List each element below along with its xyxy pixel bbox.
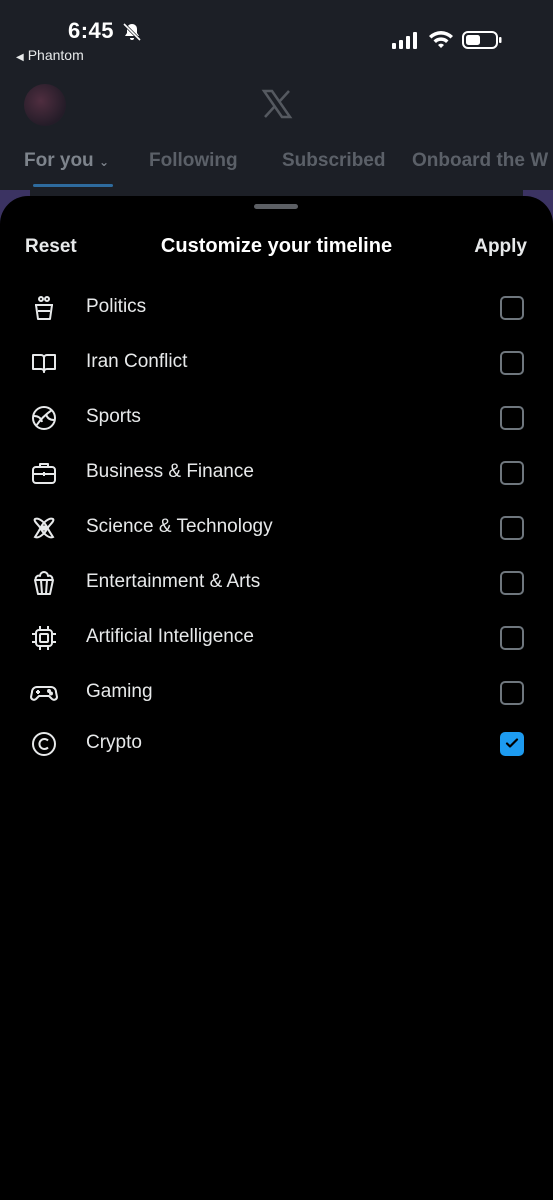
topic-checkbox[interactable] (500, 351, 524, 375)
checkmark-icon (505, 738, 519, 748)
topic-row-gaming[interactable]: Gaming (0, 665, 553, 721)
topic-checkbox[interactable] (500, 406, 524, 430)
status-time: 6:45 (68, 18, 115, 43)
topic-checkbox[interactable] (500, 461, 524, 485)
topic-row-science-technology[interactable]: Science & Technology (0, 500, 553, 556)
timeline-tabs: For you ⌄ Following Subscribed Onboard t… (0, 140, 553, 190)
tab-onboard[interactable]: Onboard the W (412, 150, 548, 172)
sheet-drag-handle[interactable] (254, 204, 298, 209)
ball-icon (30, 404, 58, 432)
topic-checkbox[interactable] (500, 516, 524, 540)
bell-slash-icon (122, 22, 142, 42)
avatar[interactable] (24, 84, 66, 126)
topic-row-sports[interactable]: Sports (0, 390, 553, 446)
topic-checkbox[interactable] (500, 626, 524, 650)
x-logo-icon (261, 88, 293, 120)
back-app-label: Phantom (27, 47, 84, 63)
topic-label: Business & Finance (86, 461, 254, 482)
topic-label: Sports (86, 406, 141, 427)
battery-icon (462, 30, 502, 50)
topic-row-business-finance[interactable]: Business & Finance (0, 445, 553, 501)
podium-icon (30, 294, 58, 322)
popcorn-icon (30, 569, 58, 597)
topic-label: Entertainment & Arts (86, 571, 261, 592)
status-bar: 6:45 ◀ Phantom (0, 0, 553, 70)
chevron-down-icon: ⌄ (98, 155, 110, 169)
customize-timeline-sheet: Reset Customize your timeline Apply Poli… (0, 196, 553, 1200)
topic-label: Crypto (86, 732, 142, 753)
tab-label: For you (24, 150, 94, 171)
cellular-signal-icon (391, 30, 419, 50)
topic-row-iran-conflict[interactable]: Iran Conflict (0, 335, 553, 391)
topic-checkbox[interactable] (500, 571, 524, 595)
atom-icon (30, 514, 58, 542)
tab-subscribed[interactable]: Subscribed (282, 150, 385, 172)
back-to-app-link[interactable]: ◀ Phantom (16, 47, 84, 63)
topic-checkbox-checked[interactable] (500, 732, 524, 756)
topic-label: Iran Conflict (86, 351, 188, 372)
topic-label: Gaming (86, 681, 153, 702)
briefcase-icon (30, 459, 58, 487)
topic-row-politics[interactable]: Politics (0, 280, 553, 336)
chip-icon (30, 624, 58, 652)
book-icon (30, 349, 58, 377)
topic-label: Politics (86, 296, 147, 317)
topic-checkbox[interactable] (500, 296, 524, 320)
topic-row-artificial-intelligence[interactable]: Artificial Intelligence (0, 610, 553, 666)
topic-checkbox[interactable] (500, 681, 524, 705)
sheet-header: Reset Customize your timeline Apply (0, 232, 553, 266)
apply-button[interactable]: Apply (474, 236, 527, 258)
topic-label: Artificial Intelligence (86, 626, 254, 647)
tab-for-you[interactable]: For you ⌄ (24, 150, 109, 172)
sheet-title: Customize your timeline (160, 235, 393, 257)
topic-row-crypto[interactable]: Crypto (0, 716, 553, 772)
topic-label: Science & Technology (86, 516, 273, 537)
wifi-icon (428, 29, 454, 49)
active-tab-indicator (33, 184, 113, 187)
back-arrow-icon: ◀ (16, 52, 24, 63)
topic-row-entertainment-arts[interactable]: Entertainment & Arts (0, 555, 553, 611)
gamepad-icon (30, 679, 58, 707)
crypto-coin-icon (30, 730, 58, 758)
tab-following[interactable]: Following (149, 150, 238, 172)
